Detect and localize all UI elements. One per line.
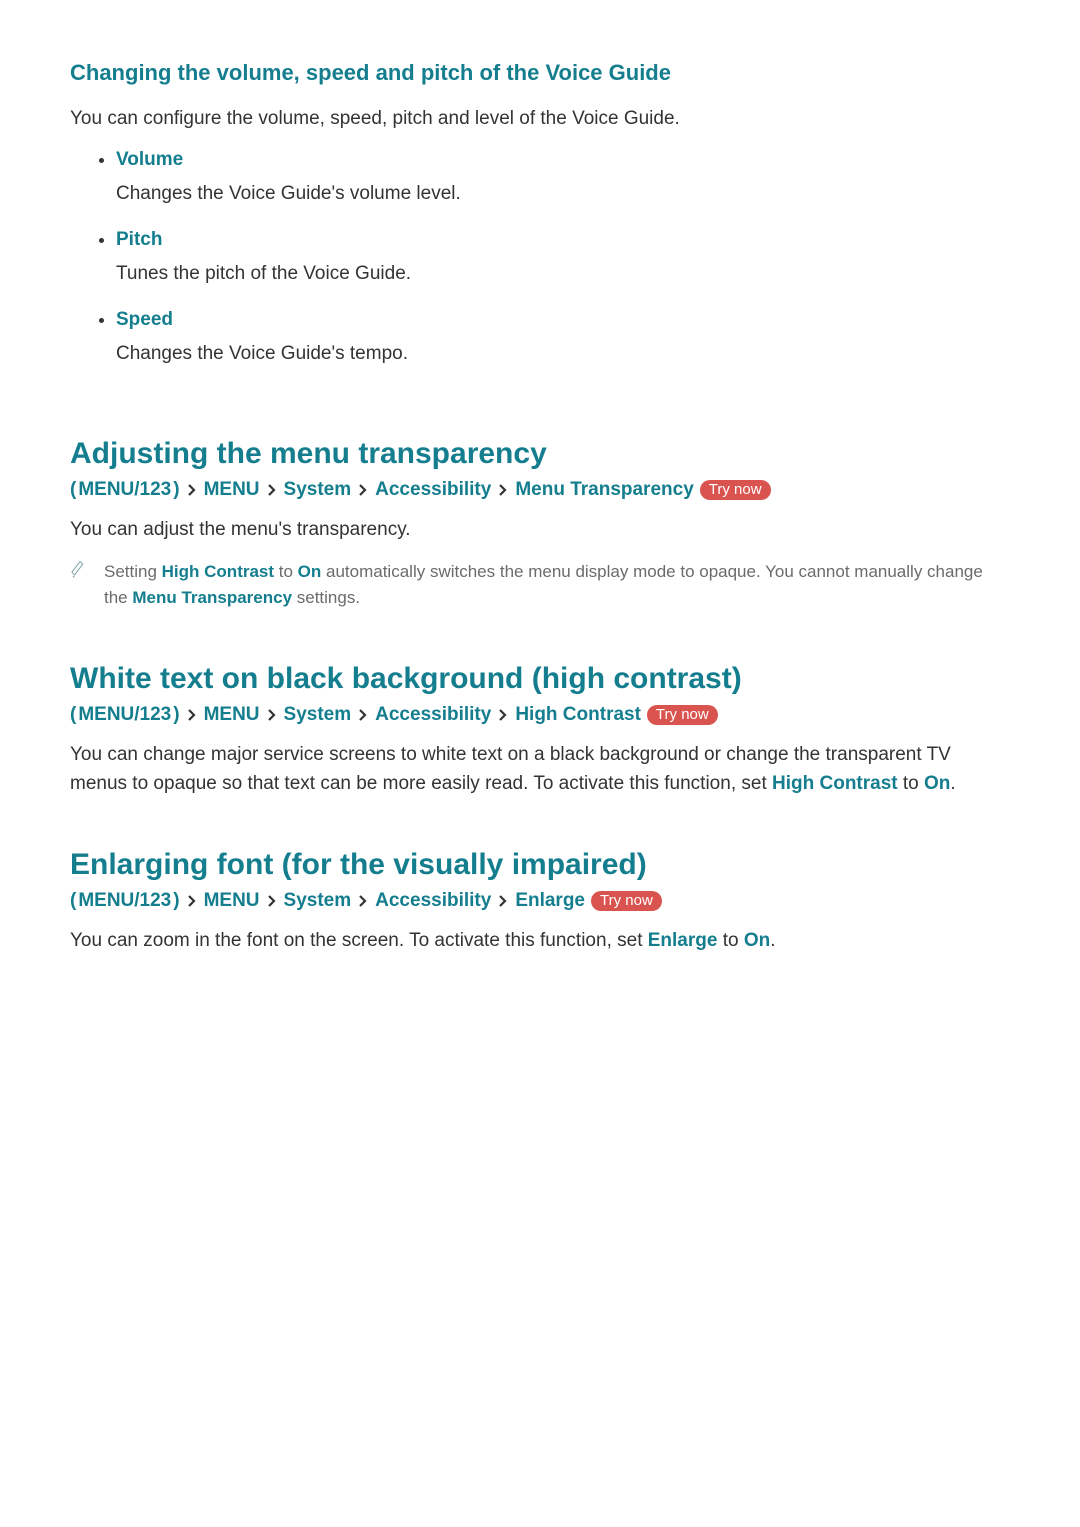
breadcrumb-step: High Contrast bbox=[515, 704, 641, 726]
breadcrumb-paren-open: ( bbox=[70, 890, 76, 912]
chevron-right-icon bbox=[357, 484, 369, 496]
list-item: Volume Changes the Voice Guide's volume … bbox=[116, 147, 1010, 227]
breadcrumb-transparency: (MENU/123) MENU System Accessibility Men… bbox=[70, 479, 1010, 501]
note-row: Setting High Contrast to On automaticall… bbox=[70, 559, 1010, 612]
note-span: settings. bbox=[292, 588, 360, 607]
list-item: Pitch Tunes the pitch of the Voice Guide… bbox=[116, 227, 1010, 307]
option-desc: Changes the Voice Guide's tempo. bbox=[116, 343, 1010, 365]
option-name-pitch: Pitch bbox=[116, 229, 162, 251]
breadcrumb-paren-close: ) bbox=[173, 479, 179, 501]
body-enlarge: You can zoom in the font on the screen. … bbox=[70, 926, 1010, 955]
note-text: Setting High Contrast to On automaticall… bbox=[104, 559, 1010, 612]
body-transparency: You can adjust the menu's transparency. bbox=[70, 515, 1010, 544]
breadcrumb-step: Enlarge bbox=[515, 890, 585, 912]
body-span: . bbox=[950, 773, 955, 794]
section-heading-transparency: Adjusting the menu transparency bbox=[70, 437, 1010, 471]
try-now-button[interactable]: Try now bbox=[700, 480, 771, 500]
keyword-enlarge: Enlarge bbox=[648, 930, 718, 951]
sub-heading-voice-guide: Changing the volume, speed and pitch of … bbox=[70, 60, 1010, 86]
note-icon bbox=[70, 561, 90, 584]
breadcrumb-paren-open: ( bbox=[70, 704, 76, 726]
breadcrumb-step: MENU bbox=[204, 479, 260, 501]
keyword-on: On bbox=[924, 773, 950, 794]
intro-text-voice-guide: You can configure the volume, speed, pit… bbox=[70, 104, 1010, 133]
body-high-contrast: You can change major service screens to … bbox=[70, 740, 1010, 799]
option-desc: Changes the Voice Guide's volume level. bbox=[116, 183, 1010, 205]
chevron-right-icon bbox=[497, 484, 509, 496]
try-now-button[interactable]: Try now bbox=[591, 891, 662, 911]
breadcrumb-step: Menu Transparency bbox=[515, 479, 693, 501]
breadcrumb-step: MENU bbox=[204, 890, 260, 912]
chevron-right-icon bbox=[497, 709, 509, 721]
breadcrumb-step: System bbox=[284, 479, 352, 501]
keyword-menu-transparency: Menu Transparency bbox=[132, 588, 292, 607]
chevron-right-icon bbox=[497, 895, 509, 907]
chevron-right-icon bbox=[186, 484, 198, 496]
note-span: to bbox=[274, 562, 298, 581]
body-span: . bbox=[770, 930, 775, 951]
breadcrumb-step: System bbox=[284, 890, 352, 912]
breadcrumb-enlarge: (MENU/123) MENU System Accessibility Enl… bbox=[70, 890, 1010, 912]
breadcrumb-paren-open: ( bbox=[70, 479, 76, 501]
option-name-volume: Volume bbox=[116, 149, 183, 171]
option-name-speed: Speed bbox=[116, 309, 173, 331]
voice-guide-options: Volume Changes the Voice Guide's volume … bbox=[70, 147, 1010, 387]
body-span: to bbox=[717, 930, 743, 951]
keyword-high-contrast: High Contrast bbox=[162, 562, 274, 581]
chevron-right-icon bbox=[186, 709, 198, 721]
section-heading-high-contrast: White text on black background (high con… bbox=[70, 662, 1010, 696]
body-span: You can zoom in the font on the screen. … bbox=[70, 930, 648, 951]
document-page: Changing the volume, speed and pitch of … bbox=[0, 0, 1080, 1527]
breadcrumb-paren-close: ) bbox=[173, 890, 179, 912]
chevron-right-icon bbox=[186, 895, 198, 907]
body-span: to bbox=[898, 773, 924, 794]
keyword-on: On bbox=[744, 930, 770, 951]
try-now-button[interactable]: Try now bbox=[647, 705, 718, 725]
breadcrumb-root: MENU/123 bbox=[78, 479, 171, 501]
list-item: Speed Changes the Voice Guide's tempo. bbox=[116, 307, 1010, 387]
breadcrumb-step: Accessibility bbox=[375, 890, 491, 912]
breadcrumb-high-contrast: (MENU/123) MENU System Accessibility Hig… bbox=[70, 704, 1010, 726]
note-span: Setting bbox=[104, 562, 162, 581]
breadcrumb-step: Accessibility bbox=[375, 704, 491, 726]
breadcrumb-step: System bbox=[284, 704, 352, 726]
option-desc: Tunes the pitch of the Voice Guide. bbox=[116, 263, 1010, 285]
keyword-high-contrast: High Contrast bbox=[772, 773, 898, 794]
chevron-right-icon bbox=[357, 709, 369, 721]
chevron-right-icon bbox=[266, 484, 278, 496]
chevron-right-icon bbox=[266, 709, 278, 721]
chevron-right-icon bbox=[266, 895, 278, 907]
breadcrumb-step: Accessibility bbox=[375, 479, 491, 501]
keyword-on: On bbox=[298, 562, 322, 581]
breadcrumb-paren-close: ) bbox=[173, 704, 179, 726]
breadcrumb-root: MENU/123 bbox=[78, 890, 171, 912]
section-heading-enlarge: Enlarging font (for the visually impaire… bbox=[70, 848, 1010, 882]
breadcrumb-step: MENU bbox=[204, 704, 260, 726]
chevron-right-icon bbox=[357, 895, 369, 907]
breadcrumb-root: MENU/123 bbox=[78, 704, 171, 726]
